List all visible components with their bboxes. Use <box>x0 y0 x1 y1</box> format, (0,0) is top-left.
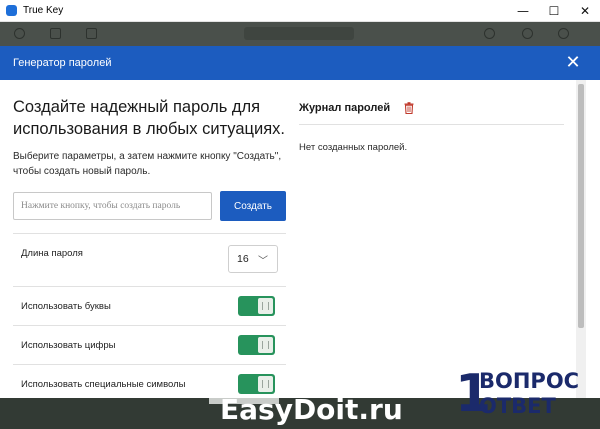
options-list: Длина пароля 16 ﹀ Использовать буквы Исп… <box>13 233 286 398</box>
dimmed-logo <box>244 27 354 40</box>
toggle-grip-icon <box>262 302 269 310</box>
toggle-grip-icon <box>262 380 269 388</box>
maximize-button[interactable]: ☐ <box>537 0 571 22</box>
dimmed-app-toolbar <box>0 22 600 46</box>
watermark-badge-line1: ВОПРОС <box>479 369 580 393</box>
dimmed-toolbar-icon <box>522 28 533 39</box>
dialog-header: Генератор паролей ✕ <box>0 46 600 80</box>
digits-toggle[interactable] <box>238 335 275 355</box>
history-divider <box>299 124 564 125</box>
dialog-title: Генератор паролей <box>13 57 112 69</box>
scrollbar-thumb[interactable] <box>578 84 584 328</box>
dimmed-toolbar-icon <box>50 28 61 39</box>
true-key-icon <box>6 5 17 16</box>
history-empty-message: Нет созданных паролей. <box>299 142 408 153</box>
generated-password-input[interactable] <box>13 192 212 220</box>
trash-icon[interactable] <box>404 102 414 114</box>
option-letters: Использовать буквы <box>13 286 286 325</box>
special-label: Использовать специальные символы <box>21 379 186 390</box>
generator-heading: Создайте надежный пароль для использован… <box>13 98 285 138</box>
window-title: True Key <box>23 5 64 16</box>
create-button[interactable]: Создать <box>220 191 286 221</box>
window-close-button[interactable]: ✕ <box>568 0 600 22</box>
dimmed-toolbar-icon <box>14 28 25 39</box>
password-history-title: Журнал паролей <box>299 102 391 114</box>
watermark-badge: 1 ВОПРОС ОТВЕТ <box>455 368 585 420</box>
length-label: Длина пароля <box>21 248 83 259</box>
length-value: 16 <box>237 253 249 265</box>
toggle-grip-icon <box>262 341 269 349</box>
password-generator-dialog: Создайте надежный пароль для использован… <box>0 80 600 398</box>
digits-label: Использовать цифры <box>21 340 116 351</box>
chevron-down-icon: ﹀ <box>258 256 268 267</box>
dimmed-toolbar-icon <box>484 28 495 39</box>
option-digits: Использовать цифры <box>13 325 286 364</box>
dialog-scrollbar[interactable] <box>576 80 586 398</box>
special-toggle[interactable] <box>238 374 275 394</box>
generator-instructions: Выберите параметры, а затем нажмите кноп… <box>13 151 282 177</box>
window-titlebar: True Key — ☐ ✕ <box>0 0 600 22</box>
letters-toggle[interactable] <box>238 296 275 316</box>
minimize-button[interactable]: — <box>506 0 540 22</box>
watermark-badge-line2: ОТВЕТ <box>479 394 556 418</box>
letters-label: Использовать буквы <box>21 301 111 312</box>
watermark-site: EasyDoit.ru <box>220 393 403 426</box>
option-length: Длина пароля 16 ﹀ <box>13 233 286 286</box>
dimmed-toolbar-icon <box>86 28 97 39</box>
length-select[interactable]: 16 ﹀ <box>228 245 278 273</box>
dimmed-toolbar-icon <box>558 28 569 39</box>
dialog-close-button[interactable]: ✕ <box>563 52 583 74</box>
